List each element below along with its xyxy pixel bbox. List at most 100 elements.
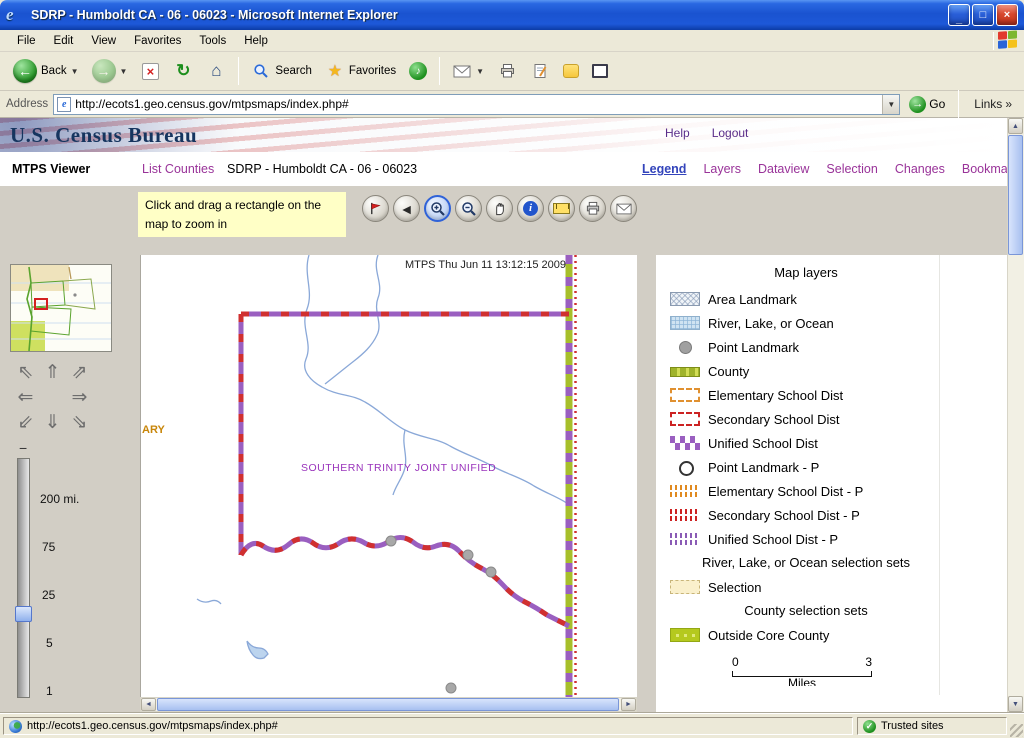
legend-title: Map layers <box>656 255 956 287</box>
pan-arrow-pad: ⇖ ⇑ ⇗ ⇐ ⇒ ⇙ ⇓ ⇘ <box>12 360 93 435</box>
scroll-down-button[interactable]: ▼ <box>1008 696 1023 712</box>
tab-changes[interactable]: Changes <box>895 162 945 176</box>
tab-bookmarks[interactable]: Bookmarks <box>962 162 1007 176</box>
address-input[interactable] <box>75 96 882 113</box>
list-counties-link[interactable]: List Counties <box>142 162 214 176</box>
legend-item-point-landmark-p: Point Landmark - P <box>656 455 1007 479</box>
media-button[interactable]: ♪ <box>404 59 432 83</box>
menu-file[interactable]: File <box>8 32 45 50</box>
home-button[interactable]: ⌂ <box>201 58 231 84</box>
tab-dataview[interactable]: Dataview <box>758 162 809 176</box>
menu-favorites[interactable]: Favorites <box>125 32 190 50</box>
page-vertical-scrollbar[interactable]: ▲ ▼ <box>1007 118 1024 712</box>
print-button[interactable] <box>492 58 522 84</box>
horizontal-scroll-thumb[interactable] <box>157 698 619 711</box>
county-swatch <box>670 367 700 377</box>
help-link[interactable]: Help <box>665 126 690 140</box>
tab-selection[interactable]: Selection <box>826 162 877 176</box>
menu-help[interactable]: Help <box>235 32 277 50</box>
mtps-nav-bar: MTPS Viewer List Counties SDRP - Humbold… <box>0 152 1007 186</box>
search-icon <box>251 61 271 81</box>
zoom-in-button[interactable] <box>424 195 451 222</box>
close-button[interactable]: × <box>996 4 1018 26</box>
search-label: Search <box>275 65 311 77</box>
links-chevron-icon: » <box>1005 97 1012 111</box>
status-bar: http://ecots1.geo.census.gov/mtpsmaps/in… <box>0 712 1024 738</box>
logout-link[interactable]: Logout <box>712 126 749 140</box>
address-dropdown-button[interactable]: ▼ <box>882 95 899 114</box>
map-horizontal-scrollbar[interactable]: ◄ ► <box>140 697 637 712</box>
pan-west-button[interactable]: ⇐ <box>18 386 34 409</box>
pan-northwest-button[interactable]: ⇖ <box>18 361 34 384</box>
restore-button[interactable]: □ <box>972 4 994 26</box>
menu-tools[interactable]: Tools <box>190 32 235 50</box>
favorites-button[interactable]: ★ Favorites <box>320 58 401 84</box>
pan-southwest-button[interactable]: ⇙ <box>18 411 34 434</box>
scroll-up-button[interactable]: ▲ <box>1008 118 1023 134</box>
scale-label-200: 200 mi. <box>40 492 79 506</box>
minimize-button[interactable]: _ <box>948 4 970 26</box>
previous-extent-button[interactable]: ◄ <box>393 195 420 222</box>
overview-map[interactable] <box>10 264 112 352</box>
discuss-button[interactable] <box>587 61 613 81</box>
vertical-scroll-thumb[interactable] <box>1008 135 1023 255</box>
scalebar-unit: Miles <box>732 677 872 686</box>
refresh-button[interactable]: ↻ <box>168 58 198 84</box>
legend-item-elementary-p: Elementary School Dist - P <box>656 479 1007 503</box>
forward-button[interactable]: → ▼ <box>87 56 133 86</box>
river-selection-sets-heading: River, Lake, or Ocean selection sets <box>656 551 956 575</box>
menu-edit[interactable]: Edit <box>45 32 83 50</box>
email-map-button[interactable] <box>610 195 637 222</box>
zoom-slider-track[interactable] <box>17 458 30 698</box>
tab-layers[interactable]: Layers <box>703 162 741 176</box>
map-scale-bar: 0 3 Miles <box>732 655 872 686</box>
window-title: SDRP - Humboldt CA - 06 - 06023 - Micros… <box>31 8 948 22</box>
status-url: http://ecots1.geo.census.gov/mtpsmaps/in… <box>27 720 278 732</box>
messenger-button[interactable] <box>558 61 584 81</box>
menu-separator <box>993 32 994 50</box>
select-tool-button[interactable] <box>362 195 389 222</box>
stop-button[interactable]: × <box>135 58 165 84</box>
edit-button[interactable] <box>525 58 555 84</box>
back-arrow-icon: ← <box>13 59 37 83</box>
tab-legend[interactable]: Legend <box>642 162 686 176</box>
pan-southeast-button[interactable]: ⇘ <box>72 411 88 434</box>
info-button[interactable]: i <box>517 195 544 222</box>
scroll-right-button[interactable]: ► <box>621 698 636 711</box>
stop-icon: × <box>142 63 159 80</box>
zoom-slider-thumb[interactable] <box>15 606 32 622</box>
pan-north-button[interactable]: ⇑ <box>45 361 61 384</box>
pan-button[interactable] <box>486 195 513 222</box>
mail-button[interactable]: ▼ <box>447 58 489 84</box>
measure-button[interactable] <box>548 195 575 222</box>
previous-extent-icon: ◄ <box>400 201 414 217</box>
page-icon: e <box>57 97 71 112</box>
search-button[interactable]: Search <box>246 58 316 84</box>
forward-arrow-icon: → <box>92 59 116 83</box>
zoom-out-button[interactable] <box>455 195 482 222</box>
browser-toolbar: ← Back ▼ → ▼ × ↻ ⌂ Search ★ Favorites ♪ <box>0 52 1024 91</box>
elementary-dist-swatch <box>670 388 700 402</box>
pan-northeast-button[interactable]: ⇗ <box>72 361 88 384</box>
legend-item-secondary: Secondary School Dist <box>656 407 1007 431</box>
district-label: SOUTHERN TRINITY JOINT UNIFIED <box>301 462 496 474</box>
map-canvas[interactable]: MTPS Thu Jun 11 13:12:15 2009 SOUTHERN T… <box>140 255 637 697</box>
links-button[interactable]: Links » <box>968 97 1018 111</box>
outside-core-county-swatch <box>670 628 700 642</box>
menu-view[interactable]: View <box>82 32 125 50</box>
back-button[interactable]: ← Back ▼ <box>8 56 84 86</box>
map-print-button[interactable] <box>579 195 606 222</box>
status-url-panel: http://ecots1.geo.census.gov/mtpsmaps/in… <box>3 717 853 735</box>
pan-south-button[interactable]: ⇓ <box>45 411 61 434</box>
go-button[interactable]: → Go <box>905 94 949 115</box>
address-bar: Address e ▼ → Go Links » <box>0 91 1024 118</box>
toolbar-separator <box>439 57 440 85</box>
pan-east-button[interactable]: ⇒ <box>72 386 88 409</box>
point-landmark-dots <box>386 536 496 693</box>
resize-grip[interactable] <box>1010 724 1023 737</box>
scroll-left-button[interactable]: ◄ <box>141 698 156 711</box>
unified-dist-p-swatch <box>670 532 700 546</box>
map-toolbar: ◄ i <box>362 195 637 222</box>
zoom-hint-tooltip: Click and drag a rectangle on the map to… <box>138 192 346 237</box>
address-field[interactable]: e ▼ <box>53 94 900 115</box>
